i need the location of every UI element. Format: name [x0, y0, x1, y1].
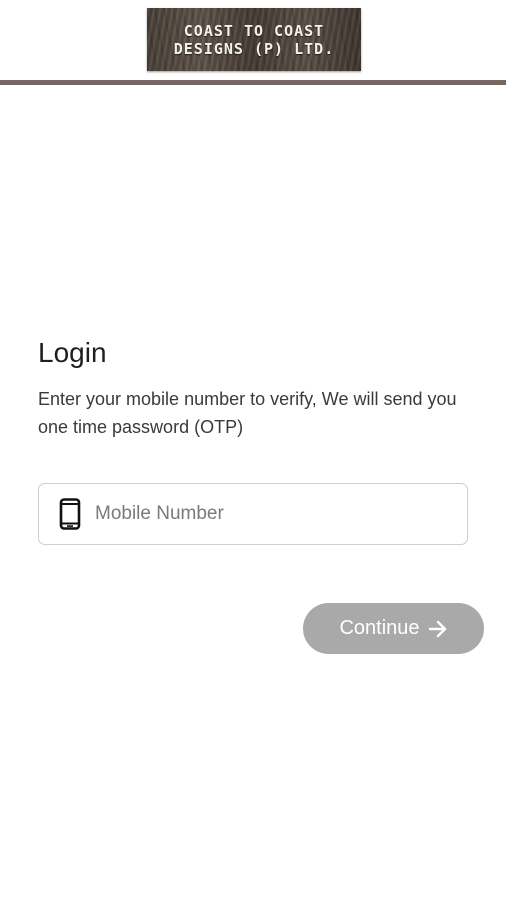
login-description: Enter your mobile number to verify, We w…: [38, 389, 457, 437]
arrow-right-icon: [428, 620, 448, 638]
logo-text-line1: COAST TO COAST: [183, 21, 325, 40]
page-title: Login: [38, 337, 107, 368]
mobile-number-input[interactable]: [95, 503, 415, 525]
login-screen: COAST TO COAST DESIGNS (P) LTD. Login En…: [0, 0, 506, 900]
smartphone-icon: [55, 497, 85, 531]
mobile-number-field[interactable]: [38, 483, 468, 545]
continue-button-label: Continue: [339, 617, 420, 639]
logo-text-line2: DESIGNS (P) LTD.: [173, 39, 335, 58]
app-header: COAST TO COAST DESIGNS (P) LTD.: [0, 0, 506, 80]
continue-button[interactable]: Continue: [303, 603, 484, 654]
company-logo: COAST TO COAST DESIGNS (P) LTD.: [147, 8, 361, 71]
header-divider: [0, 80, 506, 85]
